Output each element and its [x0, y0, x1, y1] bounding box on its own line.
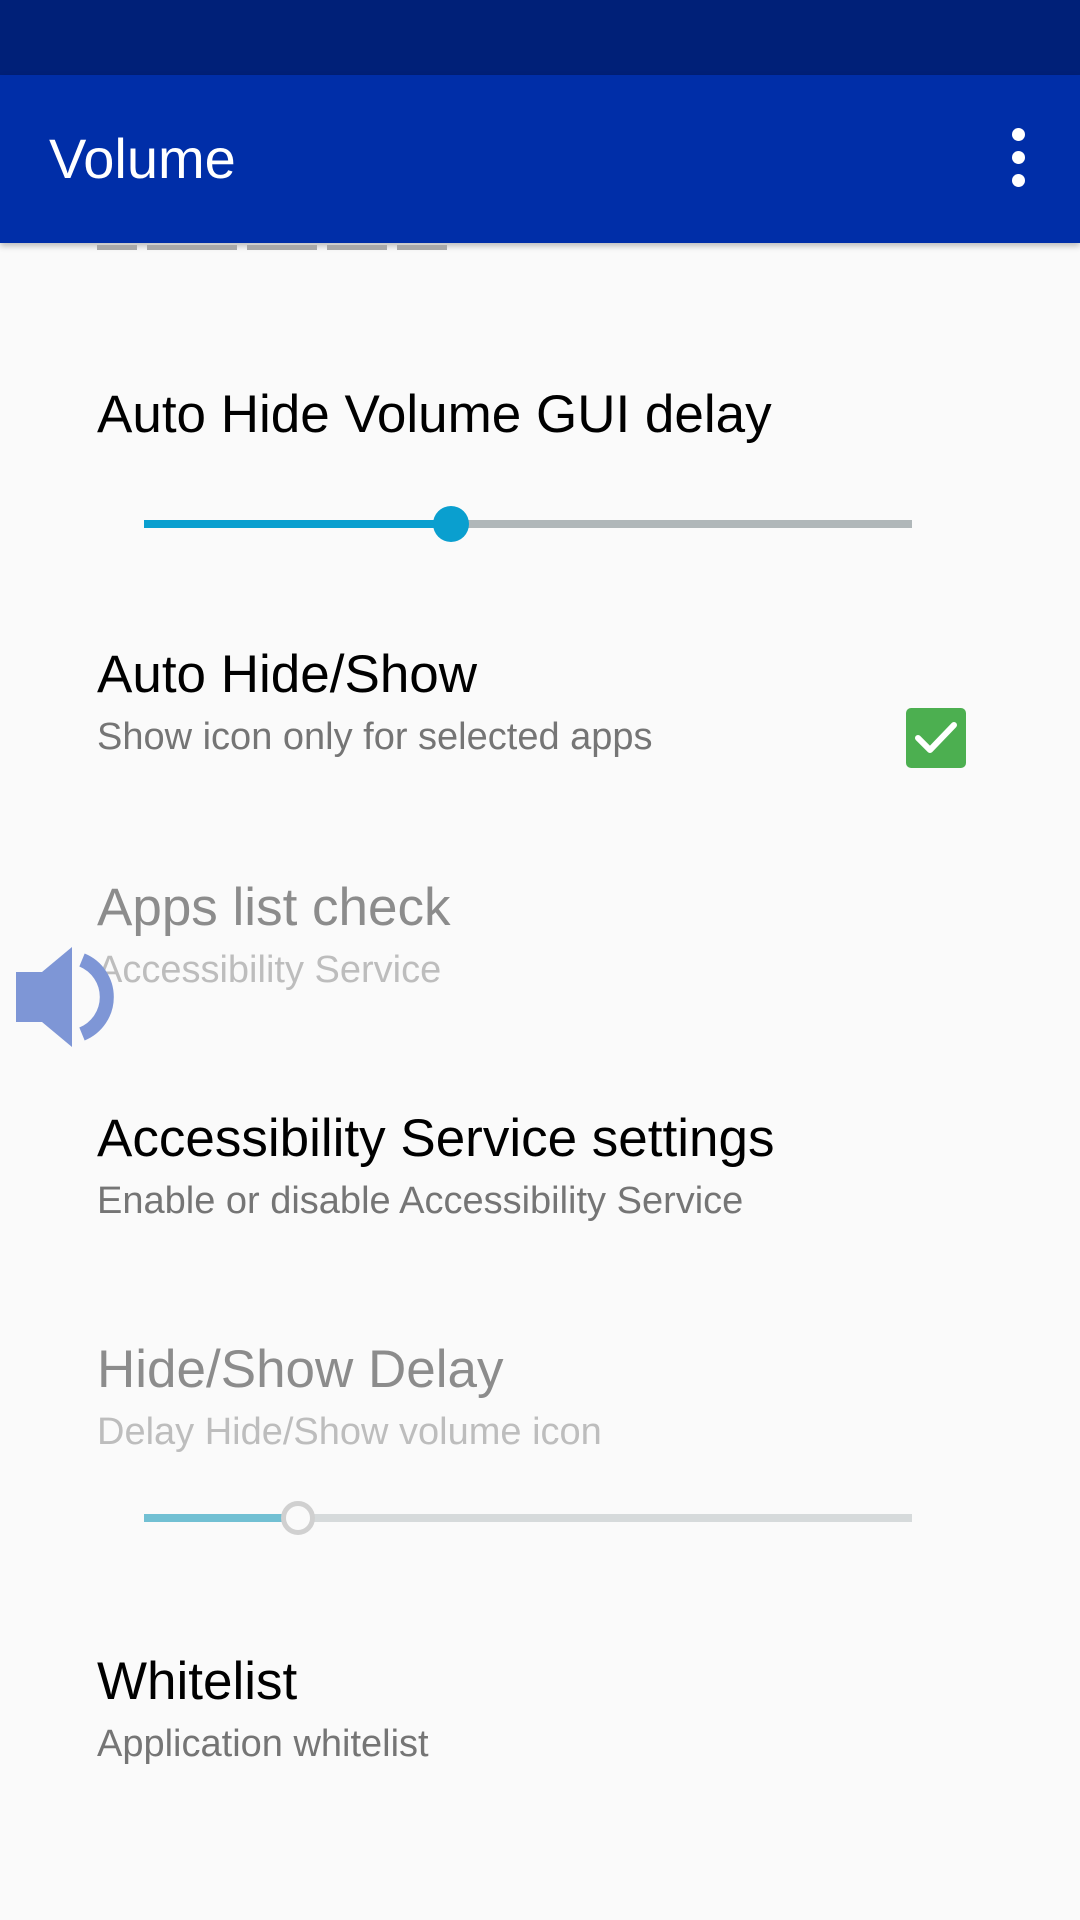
preferences-list[interactable]: Auto Hide Volume GUI delay Auto Hide/Sho…	[0, 243, 1080, 1920]
status-bar	[0, 0, 1080, 75]
pref-hide-show-delay-summary: Delay Hide/Show volume icon	[97, 1411, 602, 1453]
app-title: Volume	[49, 127, 236, 190]
pref-auto-hide-show-summary: Show icon only for selected apps	[97, 716, 653, 758]
pref-accessibility-settings[interactable]: Accessibility Service settings Enable or…	[0, 1107, 1080, 1337]
auto-hide-delay-slider[interactable]	[144, 494, 912, 554]
pref-auto-hide-delay: Auto Hide Volume GUI delay	[0, 383, 1080, 583]
slider-thumb[interactable]	[281, 1501, 315, 1535]
pref-hide-show-delay-title: Hide/Show Delay	[97, 1340, 504, 1399]
pref-auto-hide-show-title: Auto Hide/Show	[97, 645, 478, 704]
pref-apps-list-check-title: Apps list check	[97, 878, 451, 937]
volume-speaker-icon	[16, 947, 114, 1047]
more-vert-icon[interactable]	[986, 117, 1050, 197]
pref-apps-list-check[interactable]: Apps list check Accessibility Service	[0, 876, 1080, 1106]
pref-accessibility-settings-summary: Enable or disable Accessibility Service	[97, 1180, 744, 1222]
clipped-previous-item	[97, 245, 497, 255]
app-bar: Volume	[0, 75, 1080, 243]
pref-hide-show-delay: Hide/Show Delay Delay Hide/Show volume i…	[0, 1338, 1080, 1638]
hide-show-delay-slider[interactable]	[144, 1488, 912, 1548]
pref-whitelist-summary: Application whitelist	[97, 1723, 429, 1765]
pref-auto-hide-delay-title: Auto Hide Volume GUI delay	[97, 385, 772, 444]
pref-whitelist[interactable]: Whitelist Application whitelist	[0, 1650, 1080, 1880]
slider-fill	[144, 520, 451, 528]
pref-accessibility-settings-title: Accessibility Service settings	[97, 1109, 775, 1168]
slider-thumb[interactable]	[433, 506, 469, 542]
pref-apps-list-check-summary: Accessibility Service	[97, 949, 442, 991]
check-icon	[915, 722, 957, 753]
pref-whitelist-title: Whitelist	[97, 1652, 298, 1711]
floating-volume-button[interactable]	[16, 942, 131, 1052]
slider-fill	[144, 1514, 298, 1522]
auto-hide-show-checkbox[interactable]	[906, 708, 966, 768]
